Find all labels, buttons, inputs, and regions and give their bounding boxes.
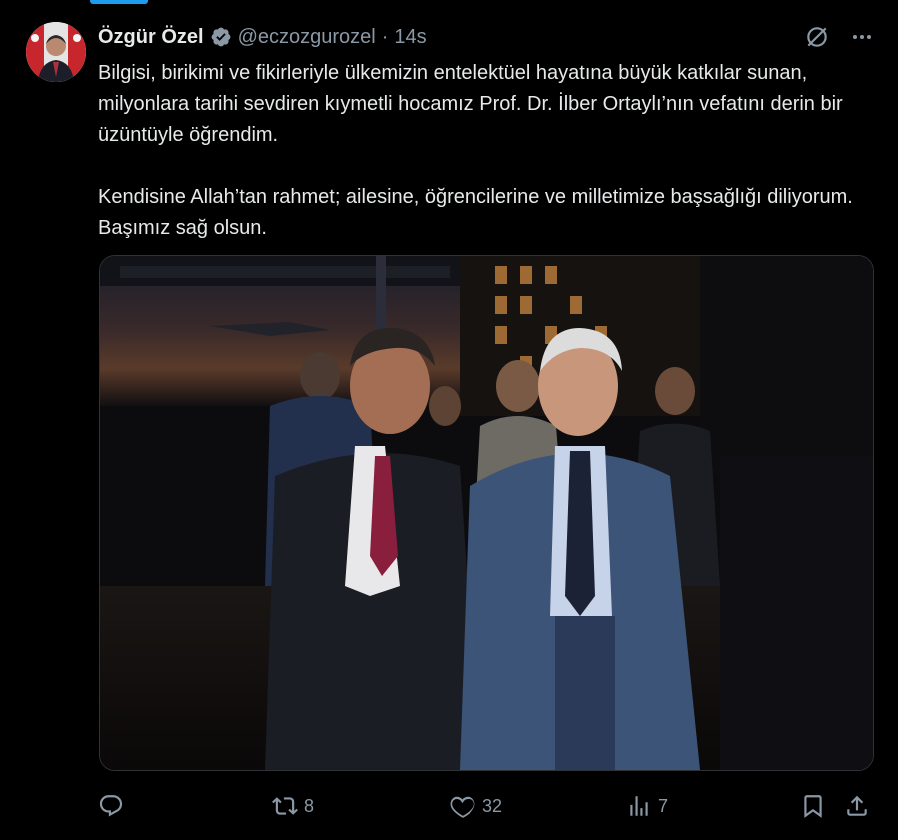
- like-button[interactable]: 32: [450, 790, 502, 822]
- views-icon: [630, 796, 648, 816]
- more-icon[interactable]: [850, 25, 874, 49]
- views-button[interactable]: 7: [626, 790, 668, 822]
- retweet-count: 8: [304, 795, 315, 816]
- header-actions: [804, 24, 874, 50]
- tweet-card[interactable]: Özgür Özel @eczozgurozel · 14s Bilgisi, …: [0, 0, 898, 840]
- tweet-timestamp[interactable]: 14s: [394, 26, 426, 49]
- grok-icon[interactable]: [804, 24, 830, 50]
- bookmark-button[interactable]: [800, 790, 826, 822]
- author-handle[interactable]: @eczozgurozel: [238, 26, 376, 49]
- tweet-actions: 8 32 7: [98, 790, 878, 822]
- tweet-text: Bilgisi, birikimi ve fikirleriyle ülkemi…: [98, 58, 878, 244]
- avatar[interactable]: [26, 22, 86, 82]
- views-count: 7: [658, 795, 669, 816]
- reply-button[interactable]: [98, 790, 130, 822]
- tweet-paragraph: Bilgisi, birikimi ve fikirleriyle ülkemi…: [98, 62, 843, 146]
- like-icon: [450, 796, 475, 818]
- avatar-photo: [26, 22, 86, 82]
- tweet-paragraph: Kendisine Allah’tan rahmet; ailesine, öğ…: [98, 186, 853, 239]
- tweet-photo[interactable]: [99, 255, 874, 771]
- tweet-header: Özgür Özel @eczozgurozel · 14s: [98, 22, 427, 52]
- header-separator: ·: [381, 25, 389, 48]
- author-name[interactable]: Özgür Özel: [98, 26, 204, 49]
- like-count: 32: [482, 795, 503, 816]
- bookmark-icon: [804, 795, 822, 818]
- retweet-button[interactable]: 8: [272, 790, 314, 822]
- share-icon: [847, 795, 867, 816]
- reply-icon: [99, 795, 123, 817]
- verified-badge-icon: [210, 26, 232, 48]
- share-button[interactable]: [844, 790, 870, 822]
- photo-illustration: [100, 256, 873, 770]
- top-accent-bar: [90, 0, 148, 4]
- retweet-icon: [272, 797, 298, 815]
